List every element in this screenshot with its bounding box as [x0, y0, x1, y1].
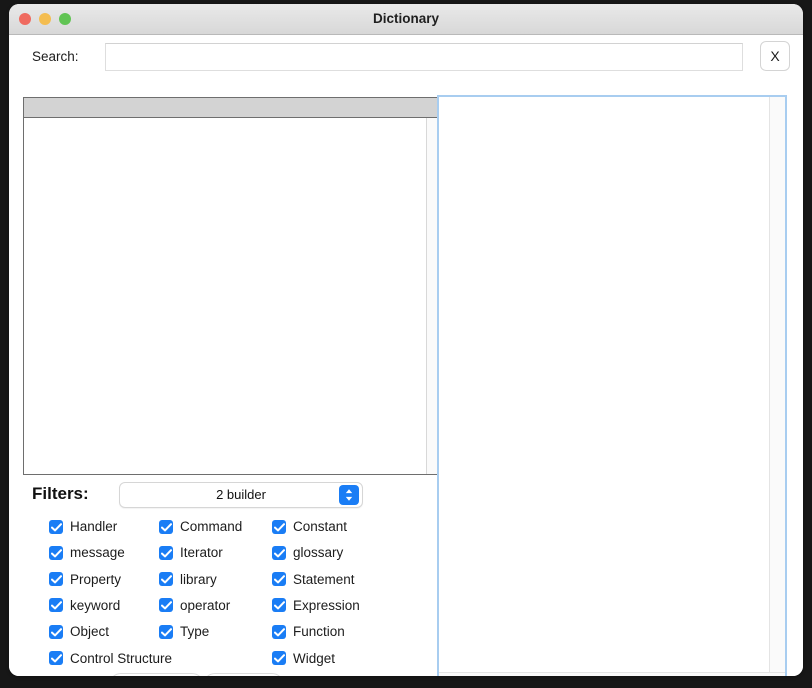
filter-checkbox-keyword[interactable]: keyword — [49, 598, 120, 613]
filter-checkbox-label: Statement — [293, 571, 355, 587]
checkmark-icon[interactable] — [159, 572, 173, 587]
filter-checkbox-widget[interactable]: Widget — [272, 651, 335, 666]
clear-search-button[interactable]: X — [760, 41, 790, 71]
checkmark-icon[interactable] — [159, 624, 173, 639]
filter-checkbox-operator[interactable]: operator — [159, 598, 230, 613]
filter-checkbox-label: Property — [70, 571, 122, 587]
filter-checkbox-label: operator — [180, 597, 231, 613]
filter-checkbox-label: library — [180, 571, 217, 587]
term-list-body[interactable] — [24, 118, 442, 474]
checkmark-icon[interactable] — [159, 545, 173, 560]
filter-checkbox-label: glossary — [293, 545, 344, 561]
filter-select-value: 2 builder — [216, 487, 266, 502]
filter-checkbox-label: Object — [70, 624, 110, 640]
checkmark-icon[interactable] — [49, 545, 63, 560]
checkmark-icon[interactable] — [159, 598, 173, 613]
checkmark-icon[interactable] — [49, 651, 63, 665]
filter-dictionary-select[interactable]: 2 builder — [119, 482, 363, 508]
filter-checkbox-expression[interactable]: Expression — [272, 598, 360, 613]
filter-checkbox-label: Type — [180, 624, 210, 640]
definition-panel[interactable] — [437, 95, 787, 676]
filter-checkbox-statement[interactable]: Statement — [272, 572, 355, 587]
checkmark-icon[interactable] — [159, 519, 173, 534]
filter-checkbox-glossary[interactable]: glossary — [272, 545, 343, 560]
search-row: Search: X — [9, 35, 803, 79]
window-content: Search: X Filters: 2 builder Handler Com… — [9, 35, 803, 676]
filter-checkbox-message[interactable]: message — [49, 545, 125, 560]
term-list-column-header[interactable] — [24, 98, 442, 118]
term-list-panel[interactable] — [23, 97, 443, 475]
filter-checkbox-control-structure[interactable]: Control Structure — [49, 651, 172, 666]
window-title: Dictionary — [372, 11, 440, 26]
title-bar: Dictionary — [9, 4, 803, 35]
checkmark-icon[interactable] — [49, 519, 63, 534]
filter-checkbox-iterator[interactable]: Iterator — [159, 545, 223, 560]
filter-actions-row: Deselect all Select all — [9, 673, 803, 676]
checkmark-icon[interactable] — [272, 624, 286, 639]
filter-checkbox-type[interactable]: Type — [159, 624, 209, 639]
checkmark-icon[interactable] — [272, 572, 286, 587]
search-label: Search: — [32, 49, 79, 64]
filter-checkbox-property[interactable]: Property — [49, 572, 121, 587]
filters-row: Filters: 2 builder — [9, 479, 803, 513]
filter-checkbox-function[interactable]: Function — [272, 624, 345, 639]
checkmark-icon[interactable] — [272, 545, 286, 560]
filter-checkbox-handler[interactable]: Handler — [49, 519, 117, 534]
filter-checkbox-label: Command — [180, 519, 243, 534]
definition-vertical-scrollbar[interactable] — [769, 97, 785, 673]
filter-checkbox-constant[interactable]: Constant — [272, 519, 347, 534]
filter-checkbox-label: keyword — [70, 597, 121, 613]
checkmark-icon[interactable] — [272, 519, 286, 534]
filter-checkbox-label: Widget — [293, 650, 336, 666]
filter-checkbox-label: Iterator — [180, 545, 223, 561]
filter-checkbox-label: Handler — [70, 519, 118, 534]
filter-checkbox-label: Expression — [293, 597, 360, 613]
checkmark-icon[interactable] — [49, 572, 63, 587]
filter-checkbox-label: message — [70, 545, 125, 561]
checkmark-icon[interactable] — [49, 598, 63, 613]
filter-checkbox-object[interactable]: Object — [49, 624, 109, 639]
search-input[interactable] — [105, 43, 743, 71]
deselect-all-button[interactable]: Deselect all — [109, 673, 205, 676]
checkmark-icon[interactable] — [272, 598, 286, 613]
select-all-button[interactable]: Select all — [203, 673, 284, 676]
dictionary-window: Dictionary Search: X Filters: 2 builder — [9, 4, 803, 676]
checkmark-icon[interactable] — [49, 624, 63, 639]
filter-checkbox-label: Control Structure — [70, 650, 173, 666]
checkmark-icon[interactable] — [272, 651, 286, 665]
chevron-up-down-icon[interactable] — [339, 485, 359, 505]
filter-checkbox-label: Function — [293, 624, 345, 640]
filter-checkbox-command[interactable]: Command — [159, 519, 242, 534]
filter-checkbox-label: Constant — [293, 519, 348, 534]
filter-checkbox-library[interactable]: library — [159, 572, 217, 587]
filters-label: Filters: — [32, 484, 89, 503]
